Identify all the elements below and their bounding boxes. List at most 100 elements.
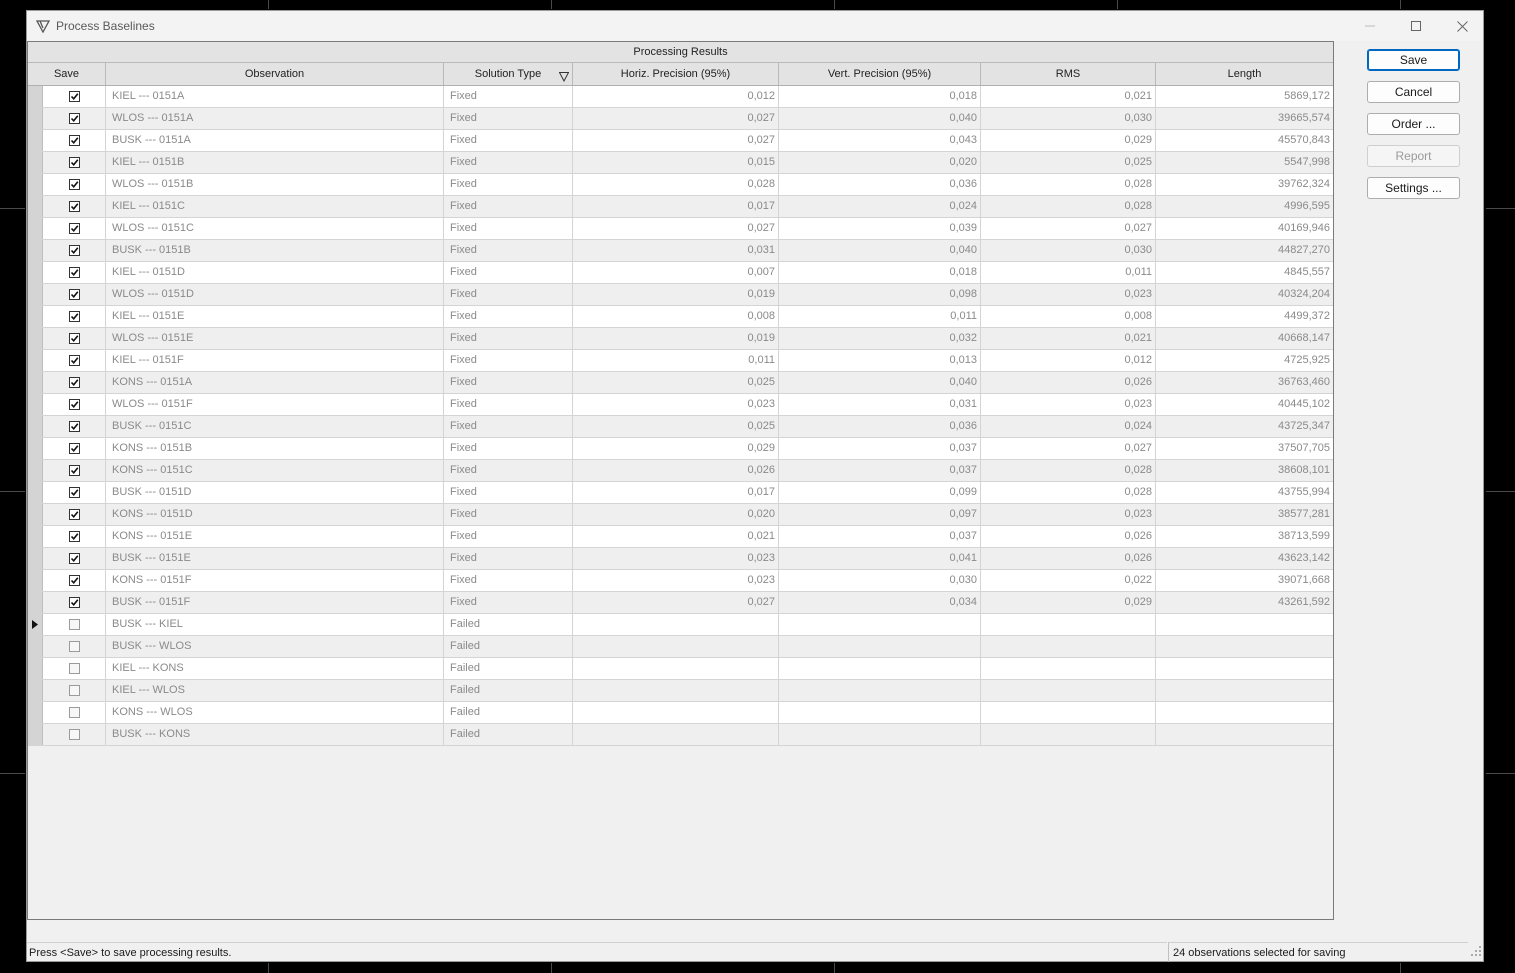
- rms-cell[interactable]: 0,022: [981, 570, 1156, 591]
- column-header-rms[interactable]: RMS: [981, 63, 1156, 85]
- observation-cell[interactable]: KONS --- 0151E: [106, 526, 444, 547]
- length-cell[interactable]: 43261,592: [1156, 592, 1333, 613]
- length-cell[interactable]: 39071,668: [1156, 570, 1333, 591]
- save-checkbox[interactable]: [69, 399, 80, 410]
- rms-cell[interactable]: 0,027: [981, 438, 1156, 459]
- row-selector[interactable]: [28, 218, 43, 239]
- row-selector[interactable]: [28, 240, 43, 261]
- horiz-precision-cell[interactable]: 0,021: [573, 526, 779, 547]
- vert-precision-cell[interactable]: 0,018: [779, 262, 981, 283]
- row-selector[interactable]: [28, 130, 43, 151]
- vert-precision-cell[interactable]: 0,040: [779, 372, 981, 393]
- rms-cell[interactable]: 0,028: [981, 196, 1156, 217]
- rms-cell[interactable]: 0,025: [981, 152, 1156, 173]
- rms-cell[interactable]: [981, 702, 1156, 723]
- length-cell[interactable]: [1156, 702, 1333, 723]
- rms-cell[interactable]: [981, 680, 1156, 701]
- horiz-precision-cell[interactable]: 0,028: [573, 174, 779, 195]
- horiz-precision-cell[interactable]: 0,023: [573, 548, 779, 569]
- length-cell[interactable]: 5869,172: [1156, 86, 1333, 107]
- table-row[interactable]: WLOS --- 0151D Fixed 0,019 0,098 0,023 40324,…: [28, 284, 1333, 306]
- solution-type-cell[interactable]: Fixed: [444, 152, 573, 173]
- row-selector[interactable]: [28, 548, 43, 569]
- vert-precision-cell[interactable]: 0,024: [779, 196, 981, 217]
- rms-cell[interactable]: 0,023: [981, 394, 1156, 415]
- length-cell[interactable]: [1156, 636, 1333, 657]
- save-checkbox[interactable]: [69, 707, 80, 718]
- rms-cell[interactable]: 0,026: [981, 548, 1156, 569]
- row-selector[interactable]: [28, 284, 43, 305]
- observation-cell[interactable]: WLOS --- 0151F: [106, 394, 444, 415]
- column-header-solution-type[interactable]: Solution Type: [444, 63, 573, 85]
- rms-cell[interactable]: [981, 724, 1156, 745]
- row-selector[interactable]: [28, 614, 43, 635]
- table-row[interactable]: BUSK --- 0151F Fixed 0,027 0,034 0,029 43261,…: [28, 592, 1333, 614]
- length-cell[interactable]: 4499,372: [1156, 306, 1333, 327]
- length-cell[interactable]: [1156, 658, 1333, 679]
- vert-precision-cell[interactable]: [779, 614, 981, 635]
- row-selector[interactable]: [28, 174, 43, 195]
- row-selector[interactable]: [28, 438, 43, 459]
- observation-cell[interactable]: KIEL --- KONS: [106, 658, 444, 679]
- length-cell[interactable]: 4725,925: [1156, 350, 1333, 371]
- table-row[interactable]: KONS --- 0151A Fixed 0,025 0,040 0,026 36763,…: [28, 372, 1333, 394]
- horiz-precision-cell[interactable]: [573, 702, 779, 723]
- length-cell[interactable]: 37507,705: [1156, 438, 1333, 459]
- horiz-precision-cell[interactable]: 0,023: [573, 394, 779, 415]
- rms-cell[interactable]: 0,023: [981, 504, 1156, 525]
- row-selector[interactable]: [28, 328, 43, 349]
- horiz-precision-cell[interactable]: 0,029: [573, 438, 779, 459]
- vert-precision-cell[interactable]: 0,037: [779, 460, 981, 481]
- row-selector[interactable]: [28, 724, 43, 745]
- row-selector[interactable]: [28, 262, 43, 283]
- save-checkbox[interactable]: [69, 641, 80, 652]
- row-selector[interactable]: [28, 680, 43, 701]
- observation-cell[interactable]: KONS --- WLOS: [106, 702, 444, 723]
- vert-precision-cell[interactable]: 0,011: [779, 306, 981, 327]
- save-checkbox[interactable]: [69, 333, 80, 344]
- table-row[interactable]: KIEL --- WLOS Failed: [28, 680, 1333, 702]
- observation-cell[interactable]: KIEL --- WLOS: [106, 680, 444, 701]
- solution-type-cell[interactable]: Fixed: [444, 174, 573, 195]
- row-selector[interactable]: [28, 658, 43, 679]
- table-row[interactable]: BUSK --- 0151A Fixed 0,027 0,043 0,029 45570,…: [28, 130, 1333, 152]
- vert-precision-cell[interactable]: [779, 724, 981, 745]
- results-grid[interactable]: Processing Results Save Observation Solu…: [27, 41, 1334, 920]
- report-button[interactable]: Report: [1367, 145, 1460, 167]
- rms-cell[interactable]: 0,021: [981, 328, 1156, 349]
- rms-cell[interactable]: 0,012: [981, 350, 1156, 371]
- observation-cell[interactable]: BUSK --- 0151A: [106, 130, 444, 151]
- rms-cell[interactable]: 0,030: [981, 108, 1156, 129]
- rms-cell[interactable]: [981, 636, 1156, 657]
- observation-cell[interactable]: KIEL --- 0151F: [106, 350, 444, 371]
- table-row[interactable]: WLOS --- 0151A Fixed 0,027 0,040 0,030 39665,…: [28, 108, 1333, 130]
- save-button[interactable]: Save: [1367, 49, 1460, 71]
- horiz-precision-cell[interactable]: 0,027: [573, 218, 779, 239]
- observation-cell[interactable]: KONS --- 0151D: [106, 504, 444, 525]
- cancel-button[interactable]: Cancel: [1367, 81, 1460, 103]
- rms-cell[interactable]: [981, 614, 1156, 635]
- row-selector[interactable]: [28, 504, 43, 525]
- row-selector[interactable]: [28, 108, 43, 129]
- table-row[interactable]: KIEL --- KONS Failed: [28, 658, 1333, 680]
- save-checkbox[interactable]: [69, 223, 80, 234]
- solution-type-cell[interactable]: Fixed: [444, 218, 573, 239]
- observation-cell[interactable]: BUSK --- 0151C: [106, 416, 444, 437]
- solution-type-cell[interactable]: Fixed: [444, 548, 573, 569]
- table-row[interactable]: KONS --- 0151B Fixed 0,029 0,037 0,027 37507,…: [28, 438, 1333, 460]
- rms-cell[interactable]: 0,029: [981, 592, 1156, 613]
- row-selector[interactable]: [28, 394, 43, 415]
- vert-precision-cell[interactable]: 0,097: [779, 504, 981, 525]
- rms-cell[interactable]: 0,028: [981, 460, 1156, 481]
- length-cell[interactable]: 40169,946: [1156, 218, 1333, 239]
- length-cell[interactable]: [1156, 724, 1333, 745]
- vert-precision-cell[interactable]: 0,032: [779, 328, 981, 349]
- solution-type-cell[interactable]: Fixed: [444, 284, 573, 305]
- table-row[interactable]: BUSK --- 0151D Fixed 0,017 0,099 0,028 43755,…: [28, 482, 1333, 504]
- solution-type-cell[interactable]: Fixed: [444, 438, 573, 459]
- table-row[interactable]: WLOS --- 0151E Fixed 0,019 0,032 0,021 40668,…: [28, 328, 1333, 350]
- rms-cell[interactable]: 0,008: [981, 306, 1156, 327]
- horiz-precision-cell[interactable]: 0,025: [573, 372, 779, 393]
- horiz-precision-cell[interactable]: 0,027: [573, 108, 779, 129]
- order-button[interactable]: Order ...: [1367, 113, 1460, 135]
